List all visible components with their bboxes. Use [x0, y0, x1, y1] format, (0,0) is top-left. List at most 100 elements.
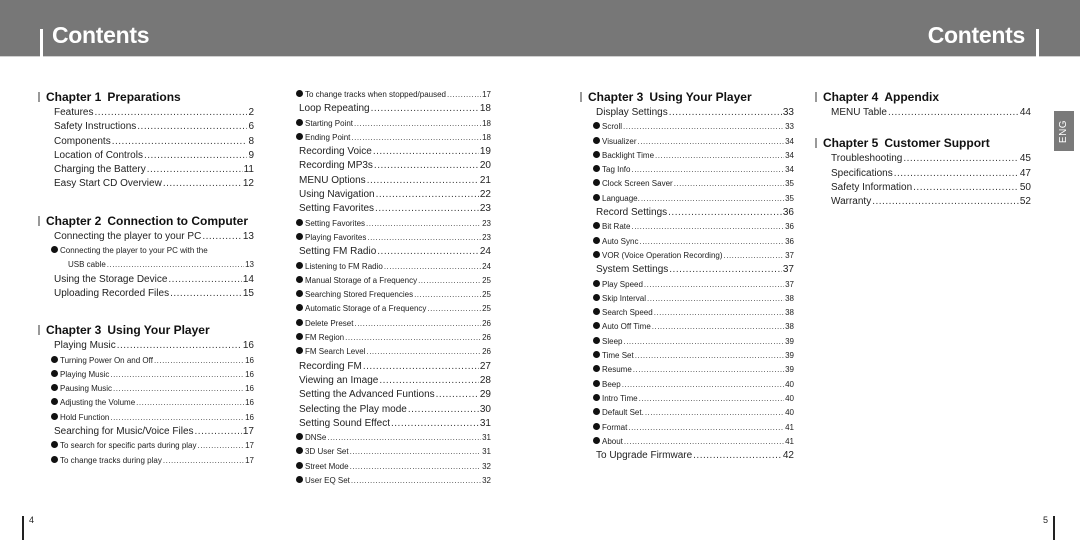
toc-entry[interactable]: Location of Controls 9 [46, 149, 254, 163]
toc-entry[interactable]: Easy Start CD Overview 12 [46, 177, 254, 191]
toc-subentry[interactable]: Delete Preset 26 [291, 317, 491, 331]
toc-subentry[interactable]: To change tracks during play 17 [46, 454, 254, 468]
toc-entry[interactable]: Charging the Battery 11 [46, 163, 254, 177]
toc-subentry[interactable]: Automatic Storage of a Frequency 25 [291, 302, 491, 316]
dot-leader [633, 363, 784, 377]
toc-entry[interactable]: Recording MP3s 20 [291, 159, 491, 173]
chapter-number: Chapter 1 [46, 90, 102, 104]
chapter-number: Chapter 3 [588, 90, 644, 104]
toc-subentry[interactable]: Connecting the player to your PC with th… [46, 244, 254, 258]
toc-subentry[interactable]: Resume 39 [588, 363, 794, 377]
toc-subentry[interactable]: Scroll 33 [588, 120, 794, 134]
toc-entry[interactable]: Display Settings 33 [588, 106, 794, 120]
chapter-heading[interactable]: Chapter 3 Using Your Player [38, 321, 254, 339]
toc-entry[interactable]: Setting Favorites 23 [291, 202, 491, 216]
footer-divider-right [1053, 516, 1055, 540]
toc-subentry[interactable]: Play Speed 37 [588, 278, 794, 292]
toc-subentry[interactable]: FM Search Level 26 [291, 345, 491, 359]
toc-entry[interactable]: Searching for Music/Voice Files 17 [46, 425, 254, 439]
toc-subentry[interactable]: Visualizer 34 [588, 135, 794, 149]
toc-subentry[interactable]: Time Set 39 [588, 349, 794, 363]
toc-subentry[interactable]: To search for specific parts during play… [46, 439, 254, 453]
toc-subentry[interactable]: USB cable 13 [46, 258, 254, 272]
toc-subentry[interactable]: Listening to FM Radio 24 [291, 260, 491, 274]
chapter-heading[interactable]: Chapter 1 Preparations [38, 88, 254, 106]
toc-subentry[interactable]: User EQ Set 32 [291, 474, 491, 488]
entry-label: Time Set [602, 351, 634, 361]
language-tab[interactable]: ENG [1054, 111, 1074, 151]
toc-subentry[interactable]: To change tracks when stopped/paused 17 [291, 88, 491, 102]
toc-subentry[interactable]: Ending Point 18 [291, 131, 491, 145]
toc-subentry[interactable]: Pausing Music 16 [46, 382, 254, 396]
toc-entry[interactable]: To Upgrade Firmware 42 [588, 449, 794, 463]
toc-subentry[interactable]: Street Mode 32 [291, 460, 491, 474]
toc-subentry[interactable]: Turning Power On and Off 16 [46, 354, 254, 368]
entry-label: MENU Options [299, 174, 366, 186]
toc-subentry[interactable]: Manual Storage of a Frequency 25 [291, 274, 491, 288]
toc-subentry[interactable]: Clock Screen Saver 35 [588, 177, 794, 191]
toc-subentry[interactable]: Setting Favorites 23 [291, 217, 491, 231]
toc-subentry[interactable]: Skip Interval 38 [588, 292, 794, 306]
toc-subentry[interactable]: DNSe 31 [291, 431, 491, 445]
toc-subentry[interactable]: About 41 [588, 435, 794, 449]
toc-subentry[interactable]: Search Speed 38 [588, 306, 794, 320]
chapter-name: Using Your Player [649, 90, 752, 104]
toc-subentry[interactable]: Searching Stored Frequencies 25 [291, 288, 491, 302]
toc-subentry[interactable]: Auto Sync 36 [588, 235, 794, 249]
chapter-heading[interactable]: Chapter 2 Connection to Computer [38, 212, 254, 230]
toc-subentry[interactable]: Bit Rate 36 [588, 220, 794, 234]
toc-entry[interactable]: Connecting the player to your PC 13 [46, 230, 254, 244]
toc-subentry[interactable]: Playing Favorites 23 [291, 231, 491, 245]
entry-label: Listening to FM Radio [305, 261, 383, 271]
toc-subentry[interactable]: Auto Off Time 38 [588, 320, 794, 334]
toc-entry[interactable]: Playing Music 16 [46, 339, 254, 353]
toc-entry[interactable]: Uploading Recorded Files 15 [46, 287, 254, 301]
toc-subentry[interactable]: Starting Point 18 [291, 117, 491, 131]
entry-label: VOR (Voice Operation Recording) [602, 250, 723, 260]
toc-chapter: Chapter 1 Preparations Features 2 Safety Ins… [38, 88, 254, 192]
toc-subentry[interactable]: Format 41 [588, 421, 794, 435]
toc-entry[interactable]: Warranty 52 [823, 195, 1031, 209]
toc-entry[interactable]: Using Navigation 22 [291, 188, 491, 202]
toc-entry[interactable]: Viewing an Image 28 [291, 374, 491, 388]
toc-entry[interactable]: Loop Repeating 18 [291, 102, 491, 116]
toc-entry[interactable]: MENU Options 21 [291, 174, 491, 188]
toc-subentry[interactable]: Beep 40 [588, 378, 794, 392]
toc-entry[interactable]: Recording FM 27 [291, 360, 491, 374]
toc-entry[interactable]: Safety Instructions 6 [46, 120, 254, 134]
entry-label: Uploading Recorded Files [54, 287, 170, 299]
toc-entry[interactable]: Recording Voice 19 [291, 145, 491, 159]
entry-label: Loop Repeating [299, 103, 370, 115]
toc-subentry[interactable]: Sleep 39 [588, 335, 794, 349]
chapter-heading[interactable]: Chapter 5 Customer Support [815, 134, 1031, 152]
toc-entry[interactable]: Features 2 [46, 106, 254, 120]
bullet-icon [296, 261, 303, 269]
toc-entry[interactable]: Setting the Advanced Funtions 29 [291, 388, 491, 402]
toc-entry[interactable]: MENU Table 44 [823, 106, 1031, 120]
toc-entry[interactable]: System Settings 37 [588, 263, 794, 277]
toc-subentry[interactable]: VOR (Voice Operation Recording) 37 [588, 249, 794, 263]
toc-subentry[interactable]: Hold Function 16 [46, 411, 254, 425]
toc-subentry[interactable]: Intro Time 40 [588, 392, 794, 406]
toc-subentry[interactable]: Adjusting the Volume 16 [46, 396, 254, 410]
toc-entry[interactable]: Components 8 [46, 135, 254, 149]
toc-entry[interactable]: Setting Sound Effect 31 [291, 417, 491, 431]
entry-label: USB cable [68, 260, 106, 270]
toc-entry[interactable]: Safety Information 50 [823, 181, 1031, 195]
toc-subentry[interactable]: Default Set. 40 [588, 406, 794, 420]
toc-subentry[interactable]: Playing Music 16 [46, 368, 254, 382]
toc-entry[interactable]: Troubleshooting 45 [823, 152, 1031, 166]
toc-entry[interactable]: Specifications 47 [823, 167, 1031, 181]
toc-entry[interactable]: Selecting the Play mode 30 [291, 403, 491, 417]
toc-subentry[interactable]: Language. 35 [588, 192, 794, 206]
toc-subentry[interactable]: Tag Info 34 [588, 163, 794, 177]
chapter-heading[interactable]: Chapter 4 Appendix [815, 88, 1031, 106]
toc-subentry[interactable]: FM Region 26 [291, 331, 491, 345]
toc-subentry[interactable]: 3D User Set 31 [291, 445, 491, 459]
toc-subentry[interactable]: Backlight Time 34 [588, 149, 794, 163]
toc-entry[interactable]: Using the Storage Device 14 [46, 273, 254, 287]
toc-entry[interactable]: Setting FM Radio 24 [291, 245, 491, 259]
dot-leader [354, 317, 481, 331]
toc-entry[interactable]: Record Settings 36 [588, 206, 794, 220]
chapter-heading[interactable]: Chapter 3 Using Your Player [580, 88, 794, 106]
